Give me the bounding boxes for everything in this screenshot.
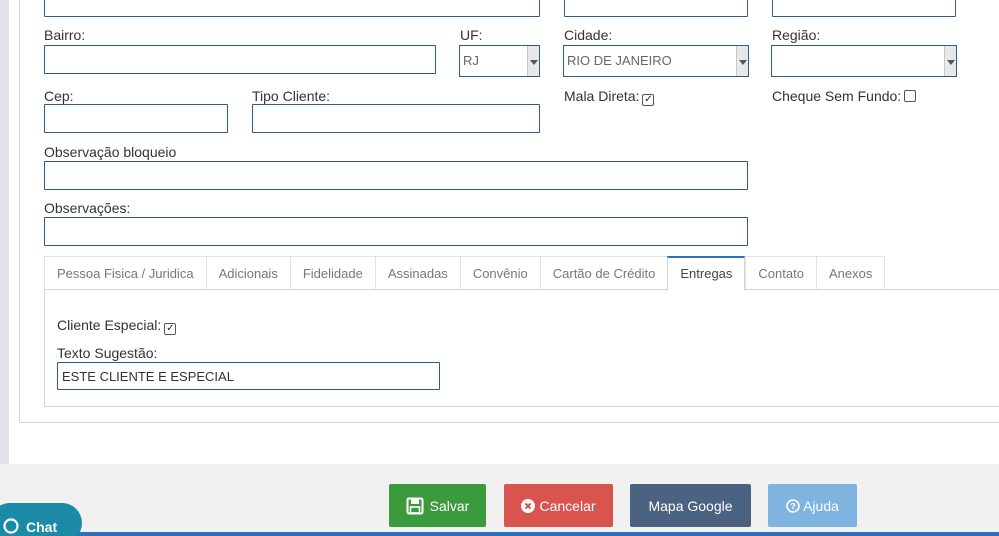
chat-button[interactable]: Chat bbox=[0, 503, 82, 536]
cidade-select-value: RIO DE JANEIRO bbox=[567, 53, 672, 68]
tab-assinadas[interactable]: Assinadas bbox=[374, 256, 460, 290]
cheque-checkbox[interactable] bbox=[904, 90, 917, 102]
help-circle-icon: ? bbox=[786, 498, 800, 513]
mala-direta-text: Mala Direta: bbox=[564, 88, 640, 104]
texto-sugestao-field[interactable] bbox=[57, 362, 440, 390]
tipo-cliente-label: Tipo Cliente: bbox=[252, 88, 331, 104]
cancel-button-label: Cancelar bbox=[539, 497, 596, 514]
obs-bloqueio-label: Observação bloqueio bbox=[44, 144, 177, 160]
observacoes-field[interactable] bbox=[44, 217, 748, 246]
google-map-button-label: Mapa Google bbox=[648, 497, 733, 514]
cliente-especial-text: Cliente Especial: bbox=[57, 317, 162, 333]
tab-entregas[interactable]: Entregas bbox=[667, 256, 746, 291]
cep-field[interactable] bbox=[44, 104, 228, 133]
mala-direta-checkbox[interactable]: ✓ bbox=[642, 94, 655, 106]
uf-select-value: RJ bbox=[463, 53, 479, 68]
cheque-label: Cheque Sem Fundo: bbox=[772, 88, 917, 104]
tab-contato[interactable]: Contato bbox=[745, 256, 816, 290]
cep-label: Cep: bbox=[44, 88, 74, 104]
tab-bar: Pessoa Fisica / Juridica Adicionais Fide… bbox=[44, 256, 886, 291]
chevron-down-icon[interactable] bbox=[944, 46, 956, 76]
mala-direta-label: Mala Direta: ✓ bbox=[564, 88, 655, 106]
bairro-label: Bairro: bbox=[44, 27, 86, 43]
tab-pessoa-fisica-juridica[interactable]: Pessoa Fisica / Juridica bbox=[44, 256, 206, 290]
cancel-button[interactable]: Cancelar bbox=[504, 484, 613, 527]
tab-cartao-de-credito[interactable]: Cartão de Crédito bbox=[539, 256, 668, 290]
save-icon bbox=[406, 497, 424, 514]
chevron-down-icon[interactable] bbox=[736, 46, 748, 76]
cheque-text: Cheque Sem Fundo: bbox=[772, 88, 902, 104]
help-button[interactable]: ? Ajuda bbox=[768, 484, 857, 527]
tab-convenio[interactable]: Convênio bbox=[459, 256, 540, 290]
cliente-especial-label: Cliente Especial: ✓ bbox=[57, 317, 177, 335]
chat-bubble-icon bbox=[3, 518, 19, 534]
uf-select[interactable]: RJ bbox=[459, 45, 540, 77]
texto-sugestao-label: Texto Sugestão: bbox=[57, 345, 158, 361]
regiao-label: Região: bbox=[772, 27, 821, 43]
uf-label: UF: bbox=[460, 27, 483, 43]
obs-bloqueio-field[interactable] bbox=[44, 161, 748, 190]
help-button-label: Ajuda bbox=[803, 497, 839, 514]
cidade-label: Cidade: bbox=[564, 27, 613, 43]
tipo-cliente-field[interactable] bbox=[252, 104, 540, 133]
chevron-down-icon[interactable] bbox=[527, 46, 539, 76]
bottom-accent-line bbox=[0, 532, 999, 536]
partial-top-input-1[interactable] bbox=[44, 0, 540, 17]
partial-top-input-3[interactable] bbox=[772, 0, 956, 17]
tab-content-entregas: Cliente Especial: ✓ Texto Sugestão: bbox=[44, 289, 999, 407]
tab-adicionais[interactable]: Adicionais bbox=[205, 256, 290, 290]
observacoes-label: Observações: bbox=[44, 200, 131, 216]
chat-button-label: Chat bbox=[26, 519, 58, 535]
regiao-select[interactable] bbox=[771, 45, 957, 77]
svg-text:?: ? bbox=[790, 501, 796, 511]
left-sidebar-edge bbox=[0, 0, 9, 464]
bairro-field[interactable] bbox=[44, 45, 436, 74]
save-button-label: Salvar bbox=[429, 497, 470, 514]
cliente-especial-checkbox[interactable]: ✓ bbox=[164, 323, 177, 335]
cidade-select[interactable]: RIO DE JANEIRO bbox=[563, 45, 749, 77]
close-circle-icon bbox=[521, 498, 536, 513]
partial-top-input-2[interactable] bbox=[564, 0, 748, 17]
tab-fidelidade[interactable]: Fidelidade bbox=[289, 256, 375, 290]
google-map-button[interactable]: Mapa Google bbox=[630, 484, 751, 527]
save-button[interactable]: Salvar bbox=[389, 484, 486, 527]
tab-anexos[interactable]: Anexos bbox=[815, 256, 886, 290]
